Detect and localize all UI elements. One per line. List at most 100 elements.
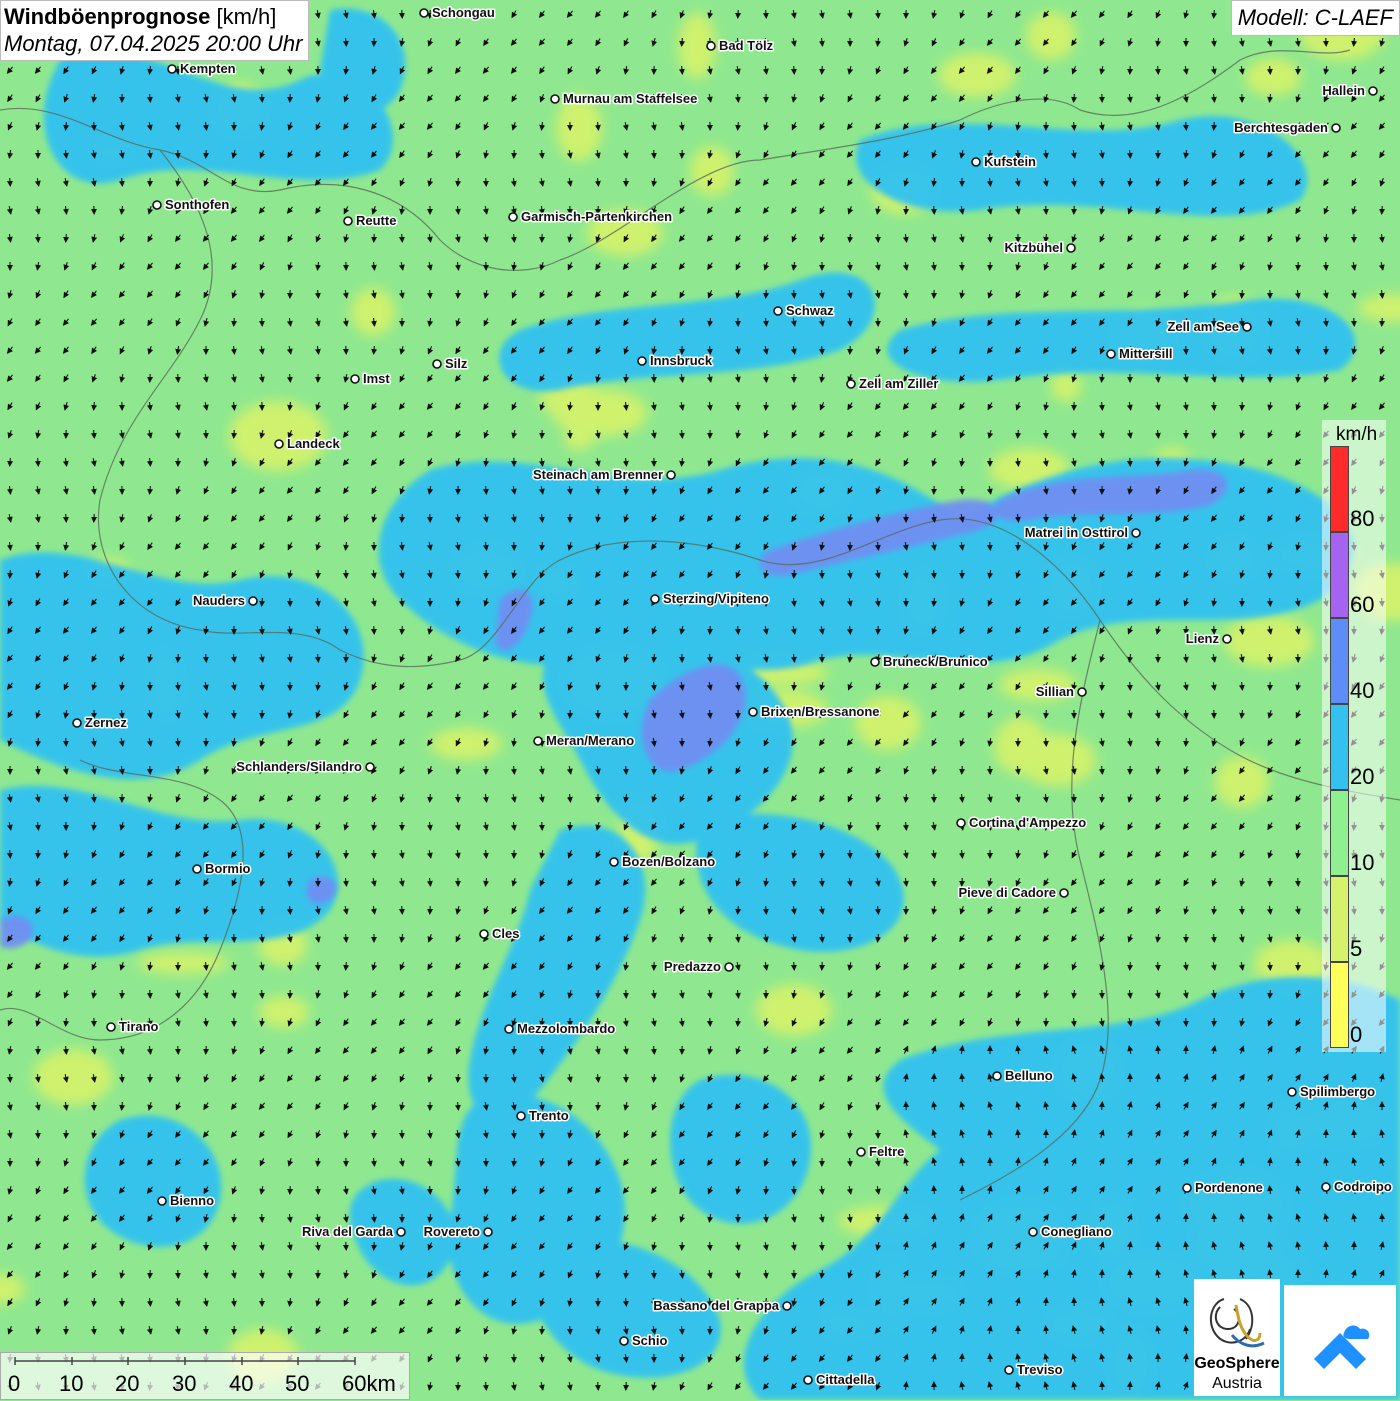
city-dot [484, 1228, 492, 1236]
wind-arrow [178, 1046, 179, 1054]
city-name: Sillian [1036, 684, 1074, 699]
wind-arrow [1158, 458, 1159, 466]
scale-tick-label: 50 [285, 1371, 309, 1397]
wind-arrow [654, 150, 655, 158]
city-name: Landeck [287, 436, 341, 451]
city-dot [1243, 323, 1251, 331]
low-wind-patch [259, 996, 309, 1028]
wind-arrow [206, 1326, 207, 1334]
city-dot [420, 9, 428, 17]
city-name: Rovereto [424, 1224, 480, 1239]
city-dot [1029, 1228, 1037, 1236]
wind-gust-map: SchongauBad TölzKemptenMurnau am Staffel… [0, 0, 1400, 1400]
wind-arrow [1186, 1018, 1187, 1026]
legend-swatch [1330, 704, 1349, 790]
city-name: Bienno [170, 1193, 214, 1208]
city-dot [638, 357, 646, 365]
wind-arrow [934, 206, 935, 214]
city-name: Belluno [1005, 1068, 1053, 1083]
scale-tick-label: 10 [59, 1371, 83, 1397]
city-dot [107, 1023, 115, 1031]
city-dot [249, 597, 257, 605]
city-marker: Mezzolombardo [505, 1021, 615, 1036]
geosphere-logo-subtext: Austria [1194, 1375, 1280, 1393]
city-name: Trento [529, 1108, 569, 1123]
city-name: Nauders [193, 593, 245, 608]
wind-arrow [10, 850, 11, 858]
city-name: Predazzo [664, 959, 721, 974]
city-name: Berchtesgaden [1234, 120, 1328, 135]
wind-arrow [822, 346, 823, 354]
low-wind-patch [33, 1049, 113, 1105]
wind-arrow [962, 486, 963, 494]
city-dot [783, 1302, 791, 1310]
wind-arrow [374, 1242, 375, 1250]
wind-arrow [794, 66, 795, 74]
wind-arrow [1326, 262, 1327, 270]
city-dot [804, 1376, 812, 1384]
city-dot [1369, 87, 1377, 95]
wind-arrow [178, 1270, 179, 1278]
city-dot [610, 858, 618, 866]
low-wind-patch [1224, 615, 1314, 667]
city-dot [1183, 1184, 1191, 1192]
city-name: Pordenone [1195, 1180, 1263, 1195]
map-title-bold: Windböenprognose [4, 4, 210, 29]
wind-arrow [178, 374, 179, 382]
wind-arrow [598, 486, 599, 494]
weather-app-logo[interactable] [1284, 1285, 1396, 1396]
wind-arrow [150, 1270, 151, 1278]
city-marker: Steinach am Brenner [533, 467, 675, 482]
legend-unit: km/h [1336, 424, 1377, 446]
wind-arrow [1214, 122, 1215, 130]
city-name: Cles [492, 926, 519, 941]
city-name: Zell am See [1167, 319, 1239, 334]
wind-arrow [794, 290, 795, 298]
city-dot [749, 708, 757, 716]
city-marker: Sonthofen [153, 197, 229, 212]
city-dot [366, 763, 374, 771]
wind-arrow [1382, 318, 1383, 326]
wind-arrow [38, 1130, 39, 1138]
city-marker: Pordenone [1183, 1180, 1263, 1195]
legend-label: 0 [1350, 1022, 1362, 1048]
city-marker: Bozen/Bolzano [610, 854, 715, 869]
city-name: Treviso [1017, 1362, 1063, 1377]
city-dot [1332, 124, 1340, 132]
wind-arrow [542, 1326, 543, 1334]
city-dot [1223, 635, 1231, 643]
city-name: Lienz [1186, 631, 1220, 646]
wind-arrow [402, 906, 403, 914]
wind-arrow [1046, 206, 1047, 214]
city-dot [1067, 244, 1075, 252]
city-dot [517, 1112, 525, 1120]
city-name: Cortina d'Ampezzo [969, 815, 1086, 830]
city-name: Reutte [356, 213, 396, 228]
city-marker: Innsbruck [638, 353, 713, 368]
wind-arrow [1130, 1382, 1131, 1390]
city-dot [509, 213, 517, 221]
low-wind-patch [1051, 370, 1081, 402]
city-dot [651, 595, 659, 603]
city-name: Sonthofen [165, 197, 229, 212]
scale-bar: 0 10 20 30 40 50 60km [0, 1352, 410, 1400]
wind-arrow [822, 1242, 823, 1250]
city-name: Garmisch-Partenkirchen [521, 209, 672, 224]
city-name: Schlanders/Silandro [236, 759, 362, 774]
wind-arrow [1102, 1382, 1103, 1390]
wind-arrow [794, 682, 795, 690]
city-dot [1005, 1366, 1013, 1374]
city-name: Innsbruck [650, 353, 713, 368]
wind-arrow [962, 1354, 963, 1362]
wind-arrow [402, 626, 403, 634]
scale-tick-label: 40 [229, 1371, 253, 1397]
low-wind-patch [1215, 756, 1269, 808]
city-marker: Conegliano [1029, 1224, 1112, 1239]
city-name: Brixen/Bressanone [761, 704, 880, 719]
city-name: Kufstein [984, 154, 1036, 169]
wind-arrow [962, 766, 963, 774]
wind-arrow [1130, 962, 1131, 970]
wind-arrow [430, 10, 431, 18]
geosphere-logo[interactable]: GeoSphere Austria [1194, 1279, 1280, 1396]
city-dot [774, 307, 782, 315]
